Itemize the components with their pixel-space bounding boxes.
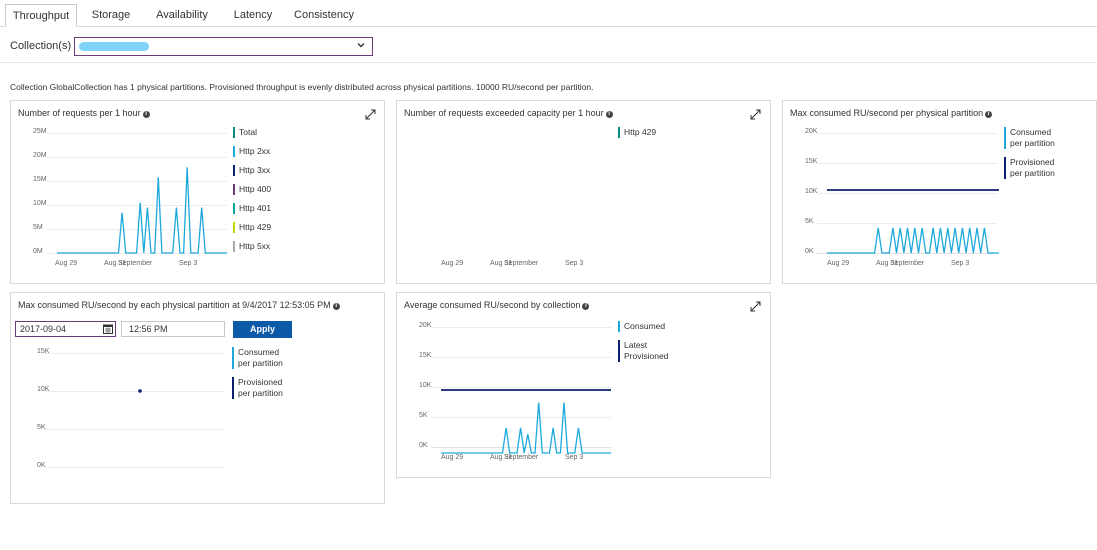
tab-bar: Throughput Storage Availability Latency … [0,0,1097,27]
legend-item: Http 3xx [233,165,270,176]
panel-title: Max consumed RU/second per physical part… [790,108,993,118]
x-tick-label: September [118,260,153,267]
provisioned-point [138,389,142,393]
x-tick-label: September [890,260,925,267]
x-tick-label: Sep 3 [565,260,584,267]
legend-item: Consumed per partition [232,347,292,369]
legend-item: Http 5xx [233,241,270,252]
panel-title: Number of requests per 1 hour i [18,108,150,118]
tab-throughput[interactable]: Throughput [5,4,77,27]
legend-item: Http 400 [233,184,271,195]
date-field[interactable]: 2017-09-04 [15,321,116,337]
max-ru-plot-area [827,189,999,254]
grid-line [45,467,225,468]
panel-title: Number of requests exceeded capacity per… [404,108,613,118]
collection-label: Collection(s) [10,40,72,52]
time-field[interactable]: 12:56 PM [121,321,225,337]
tab-consistency[interactable]: Consistency [288,4,360,27]
info-icon[interactable]: i [985,111,993,118]
series-line-http-2xx [57,167,227,254]
info-icon[interactable]: i [582,303,590,310]
legend-item: Latest Provisioned [618,340,688,362]
requests-plot-area [57,167,227,254]
expand-icon[interactable] [750,109,761,120]
each-partition-panel: Max consumed RU/second by each physical … [10,292,385,504]
avg-ru-collection-panel: Average consumed RU/second by collection… [396,292,771,478]
tab-storage[interactable]: Storage [85,4,137,27]
requests-chart-panel: Number of requests per 1 hour i 25M 20M 15M… [10,100,385,284]
exceeded-capacity-panel: Number of requests exceeded capacity per… [396,100,771,284]
expand-icon[interactable] [365,109,376,120]
legend-item: Total [233,127,257,138]
series-line-consumed [441,402,611,454]
legend-item: Http 401 [233,203,271,214]
legend-item: Http 429 [618,127,656,138]
apply-button[interactable]: Apply [233,321,292,338]
series-line-consumed-per-partition [827,227,999,254]
expand-icon[interactable] [750,301,761,312]
legend-item: Consumed [618,321,688,332]
info-icon[interactable]: i [142,111,150,118]
partition-info-text: Collection GlobalCollection has 1 physic… [10,82,594,92]
legend-item: Provisioned per partition [1004,157,1064,179]
panel-title: Max consumed RU/second by each physical … [18,300,340,310]
partition-plot-area [138,389,142,393]
date-value: 2017-09-04 [20,324,67,334]
x-tick-label: Sep 3 [565,454,584,461]
x-tick-label: Aug 29 [441,260,464,267]
collection-dropdown[interactable] [74,37,373,56]
collection-name-redacted [79,42,149,51]
panel-title: Average consumed RU/second by collection… [404,300,590,310]
x-tick-label: Aug 29 [827,260,850,267]
x-tick-label: Sep 3 [179,260,198,267]
avg-ru-plot-area [441,389,611,454]
max-ru-partition-panel: Max consumed RU/second per physical part… [782,100,1097,284]
chevron-down-icon [357,43,365,48]
legend-item: Provisioned per partition [232,377,292,399]
tab-availability[interactable]: Availability [150,4,214,27]
calendar-icon[interactable] [103,324,113,334]
info-icon[interactable]: i [332,303,340,310]
divider [0,62,1097,63]
x-tick-label: September [504,260,539,267]
x-tick-label: Aug 29 [55,260,78,267]
x-tick-label: Sep 3 [951,260,970,267]
legend-item: Consumed per partition [1004,127,1064,149]
info-icon[interactable]: i [605,111,613,118]
legend-item: Http 429 [233,222,271,233]
x-tick-label: Aug 29 [441,454,464,461]
legend-item: Http 2xx [233,146,270,157]
x-tick-label: September [504,454,539,461]
tab-latency[interactable]: Latency [227,4,279,27]
